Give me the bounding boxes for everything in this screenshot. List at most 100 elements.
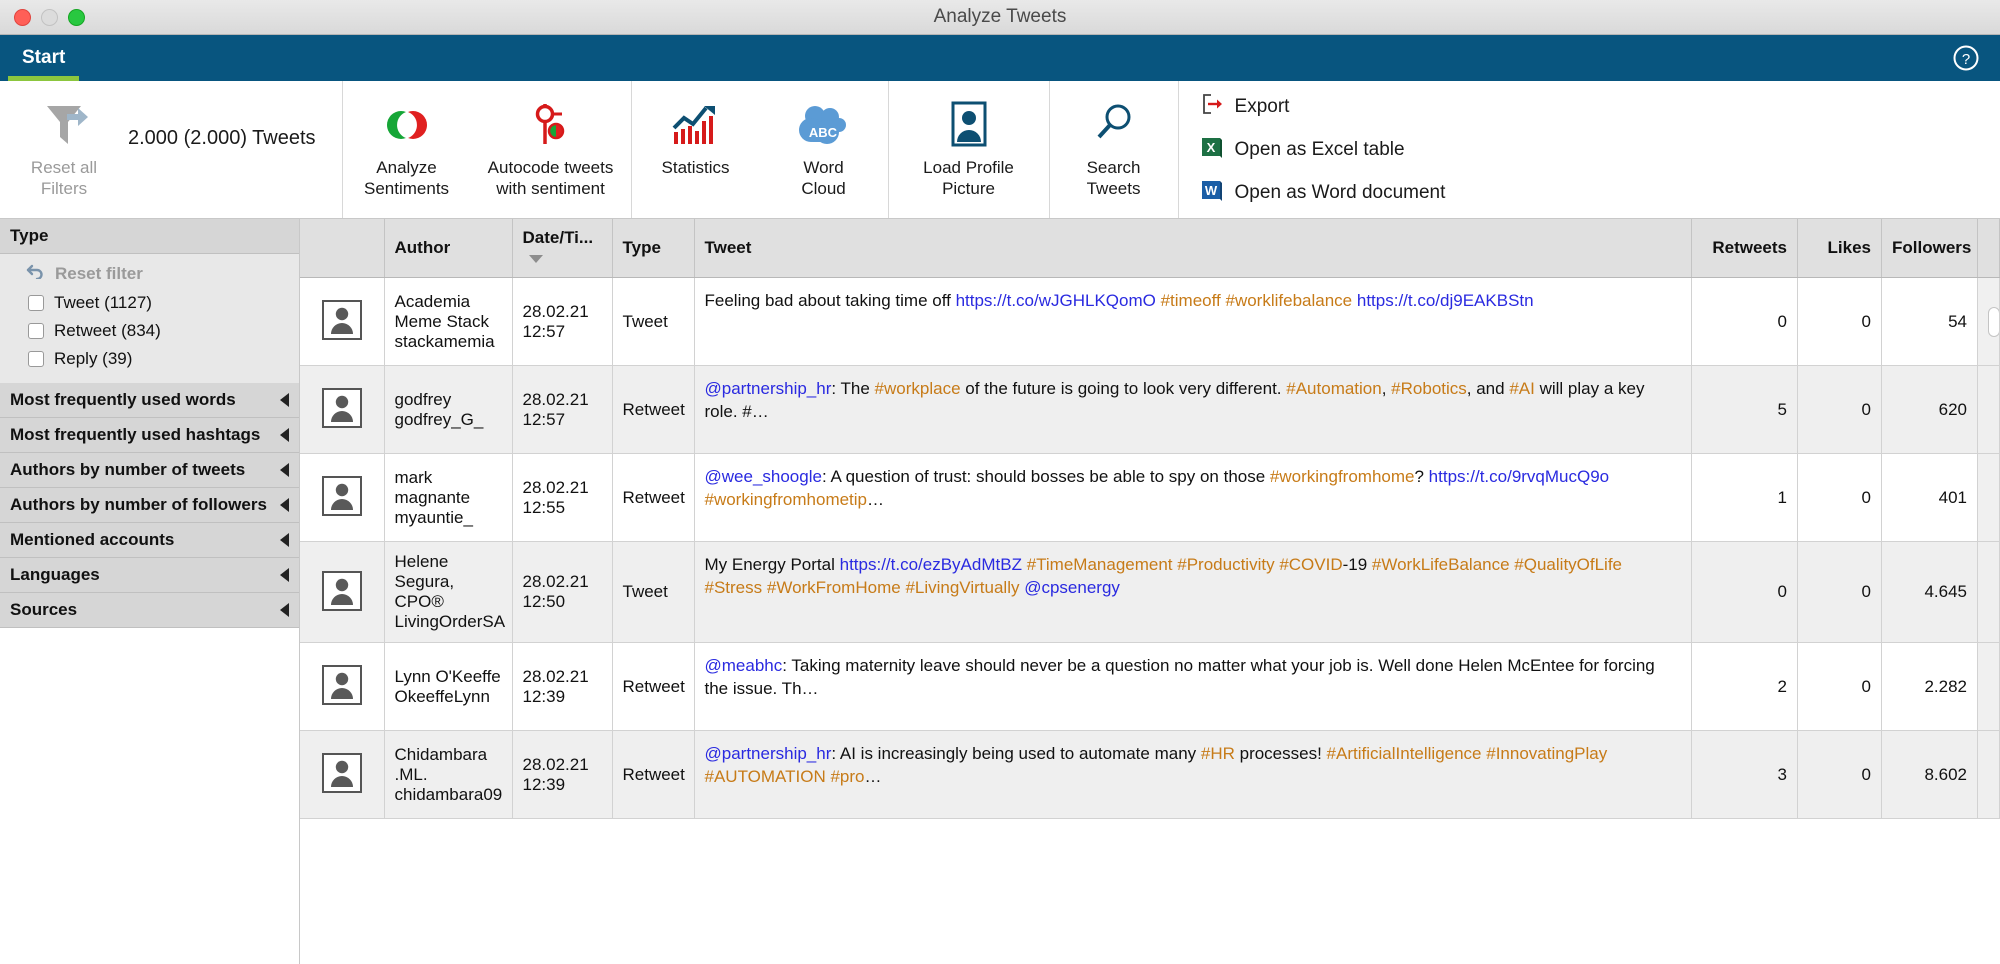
tweet-hashtag[interactable]: #TimeManagement [1027,555,1173,574]
tweet-hashtag[interactable]: #QualityOfLife [1514,555,1622,574]
open-as-word-button[interactable]: W Open as Word document [1201,179,1445,206]
col-header-retweets[interactable]: Retweets [1691,219,1798,278]
cell-avatar[interactable] [300,642,385,731]
table-row[interactable]: godfrey godfrey_G_ 28.02.21 12:57 Retweet @pa… [300,365,2000,454]
col-header-author[interactable]: Author [384,219,513,278]
reset-filter-type-button[interactable]: Reset filter [0,258,299,289]
autocode-tweets-button[interactable]: Autocode tweets with sentiment [471,81,631,218]
sidebar-section-most-used-words[interactable]: Most frequently used words [0,383,299,418]
table-scrollbar[interactable] [1977,365,2000,454]
tweet-link[interactable]: https://t.co/9rvqMucQ9o [1429,467,1609,486]
tweet-hashtag[interactable]: #Productivity [1177,555,1274,574]
tweet-hashtag[interactable]: #workplace [875,379,961,398]
col-header-tweet[interactable]: Tweet [694,219,1692,278]
cell-tweet[interactable]: My Energy Portal https://t.co/ezByAdMtBZ… [694,541,1692,643]
profile-picture-icon [947,97,991,153]
cell-tweet[interactable]: @wee_shoogle: A question of trust: shoul… [694,453,1692,542]
tweet-hashtag[interactable]: #LivingVirtually [905,578,1019,597]
checkbox-retweet-box[interactable] [28,323,44,339]
table-row[interactable]: Lynn O'Keeffe OkeeffeLynn 28.02.21 12:39 Ret… [300,642,2000,731]
filter-checkbox-retweet[interactable]: Retweet (834) [0,317,299,345]
sidebar-section-languages[interactable]: Languages [0,558,299,593]
cell-tweet[interactable]: Feeling bad about taking time off https:… [694,277,1692,366]
tweet-link[interactable]: https://t.co/ezByAdMtBZ [840,555,1022,574]
statistics-button[interactable]: Statistics [632,81,760,218]
checkbox-reply-box[interactable] [28,351,44,367]
tab-start[interactable]: Start [0,35,87,81]
analyze-sentiments-button[interactable]: Analyze Sentiments [343,81,471,218]
reset-all-filters-button[interactable]: Reset all Filters [0,81,128,218]
tweet-hashtag[interactable]: #timeoff [1161,291,1221,310]
cell-tweet[interactable]: @partnership_hr: AI is increasingly bein… [694,730,1692,819]
tweet-mention[interactable]: @partnership_hr [705,744,832,763]
cell-likes: 0 [1797,277,1882,366]
cell-date: 28.02.21 12:55 [512,453,613,542]
tweet-hashtag[interactable]: #WorkLifeBalance [1372,555,1510,574]
tweet-hashtag[interactable]: #WorkFromHome [767,578,901,597]
filter-checkbox-tweet[interactable]: Tweet (1127) [0,289,299,317]
table-row[interactable]: mark magnante myauntie_ 28.02.21 12:55 Retwe… [300,453,2000,542]
tweet-hashtag[interactable]: #Robotics [1391,379,1467,398]
col-header-date[interactable]: Date/Ti... [512,219,613,278]
tweet-hashtag[interactable]: #ArtificialIntelligence [1327,744,1482,763]
word-cloud-button[interactable]: ABC Word Cloud [760,81,888,218]
tweet-link[interactable]: https://t.co/wJGHLKQomO [956,291,1156,310]
cell-avatar[interactable] [300,541,385,643]
export-button[interactable]: Export [1201,93,1446,120]
svg-text:X: X [1206,140,1215,155]
table-scrollbar[interactable] [1977,453,2000,542]
tweet-hashtag[interactable]: #workingfromhome [1270,467,1415,486]
tweet-hashtag[interactable]: #COVID [1279,555,1342,574]
cell-avatar[interactable] [300,277,385,366]
excel-icon: X [1201,136,1223,163]
filter-checkbox-reply[interactable]: Reply (39) [0,345,299,373]
load-profile-picture-button[interactable]: Load Profile Picture [889,81,1049,218]
sidebar-section-authors-by-tweets[interactable]: Authors by number of tweets [0,453,299,488]
cell-avatar[interactable] [300,453,385,542]
col-header-avatar[interactable] [300,219,385,278]
cell-tweet[interactable]: @meabhc: Taking maternity leave should n… [694,642,1692,731]
col-header-likes[interactable]: Likes [1797,219,1882,278]
tweet-hashtag[interactable]: #worklifebalance [1226,291,1353,310]
tweet-mention[interactable]: @partnership_hr [705,379,832,398]
sidebar-section-most-used-hashtags[interactable]: Most frequently used hashtags [0,418,299,453]
checkbox-tweet-box[interactable] [28,295,44,311]
table-row[interactable]: Helene Segura, CPO® LivingOrderSA 28.02.21… [300,541,2000,643]
tweet-hashtag[interactable]: #Automation [1286,379,1381,398]
chevron-left-icon [280,498,289,512]
sidebar-section-sources[interactable]: Sources [0,593,299,628]
table-scrollbar[interactable] [1977,642,2000,731]
col-header-type[interactable]: Type [612,219,695,278]
tweet-mention[interactable]: @cpsenergy [1024,578,1120,597]
tweet-mention[interactable]: @wee_shoogle [705,467,822,486]
tweet-hashtag[interactable]: #InnovatingPlay [1486,744,1607,763]
tweet-hashtag[interactable]: #AUTOMATION [705,767,826,786]
col-header-followers[interactable]: Followers [1881,219,1978,278]
tweets-table-body: Academia Meme Stack stackamemia 28.02.21 12… [300,277,2000,819]
table-scrollbar[interactable] [1977,730,2000,819]
sidebar-section-authors-by-followers[interactable]: Authors by number of followers [0,488,299,523]
table-row[interactable]: Academia Meme Stack stackamemia 28.02.21 12… [300,277,2000,366]
tweet-mention[interactable]: @meabhc [705,656,783,675]
scrollbar-thumb[interactable] [1988,306,2000,337]
cell-retweets: 0 [1691,277,1798,366]
sidebar-section-type[interactable]: Type [0,219,299,254]
cell-tweet[interactable]: @partnership_hr: The #workplace of the f… [694,365,1692,454]
table-scrollbar[interactable] [1977,541,2000,643]
tweet-hashtag[interactable]: #pro [830,767,864,786]
sidebar-section-mentioned-accounts[interactable]: Mentioned accounts [0,523,299,558]
table-row[interactable]: Chidambara .ML. chidambara09 28.02.21 12:39… [300,730,2000,819]
tweet-hashtag[interactable]: #workingfromhometip [705,490,868,509]
analyze-sentiments-label: Analyze Sentiments [364,158,450,199]
open-as-excel-button[interactable]: X Open as Excel table [1201,136,1446,163]
tweet-link[interactable]: https://t.co/dj9EAKBStn [1357,291,1534,310]
search-tweets-button[interactable]: Search Tweets [1050,81,1178,218]
tweet-hashtag[interactable]: #HR [1201,744,1235,763]
cell-avatar[interactable] [300,730,385,819]
chevron-left-icon [280,603,289,617]
tweet-hashtag[interactable]: #Stress [705,578,763,597]
help-circle-icon[interactable]: ? [1952,44,1980,72]
table-scrollbar[interactable] [1977,277,2000,366]
tweet-hashtag[interactable]: #AI [1509,379,1535,398]
cell-avatar[interactable] [300,365,385,454]
